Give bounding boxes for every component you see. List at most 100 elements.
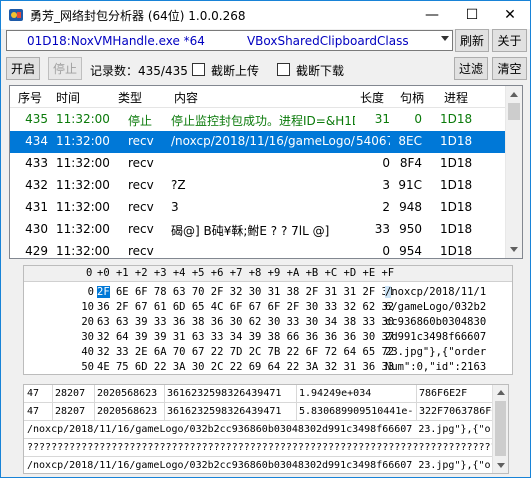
table-row-selected[interactable]: 434 11:32:00 recv /noxcp/2018/11/16/game… (10, 131, 506, 153)
cell-type: recv (128, 200, 154, 214)
decode-unicode: ????????????????????????????????????????… (27, 442, 493, 453)
refresh-button[interactable]: 刷新 (455, 29, 489, 52)
column-header-time[interactable]: 时间 (56, 89, 80, 106)
process-select[interactable]: 01D18:NoxVMHandle.exe *64 VBoxSharedClip… (6, 30, 453, 51)
packet-list-scrollbar[interactable] (505, 86, 522, 258)
scroll-down-icon[interactable] (497, 463, 505, 468)
scroll-down-icon[interactable] (510, 247, 518, 252)
hex-row[interactable]: 20 63 63 39 33 36 38 36 30 62 30 33 30 3… (24, 314, 512, 330)
cut-download-checkbox[interactable] (277, 63, 290, 76)
cut-upload-checkbox[interactable] (192, 63, 205, 76)
cell-length: 2 (382, 200, 390, 214)
column-header-type[interactable]: 类型 (118, 89, 142, 106)
minimize-button[interactable]: — (412, 1, 452, 29)
divider (52, 403, 53, 421)
decode-short: 28207 (55, 388, 86, 399)
scroll-thumb[interactable] (508, 103, 520, 120)
cell-type: recv (128, 156, 154, 170)
cell-process: 1D18 (440, 244, 473, 258)
process-name: 01D18:NoxVMHandle.exe *64 (27, 33, 205, 48)
cell-handle: 954 (399, 244, 422, 258)
scroll-up-icon[interactable] (510, 92, 518, 97)
hex-bytes: 6E 6F 78 63 70 2F 32 30 31 38 2F 31 31 2… (115, 286, 395, 298)
filter-button[interactable]: 过滤 (454, 57, 488, 80)
cell-handle: 0 (414, 112, 422, 126)
cell-content: 3 (171, 200, 179, 214)
scroll-up-icon[interactable] (497, 390, 505, 395)
decode-short: 28207 (55, 406, 86, 417)
hex-offset: 40 (81, 346, 94, 358)
close-button[interactable]: ✕ (490, 1, 530, 29)
decode-row[interactable]: 47 28207 2020568623 3616232598326439471 … (24, 403, 508, 421)
cell-handle: 91C (398, 178, 422, 192)
decode-int: 2020568623 (97, 406, 158, 417)
hex-ascii: cc936860b0304830 (385, 316, 487, 328)
clear-button[interactable]: 清空 (492, 57, 527, 80)
table-row[interactable]: 429 11:32:00 recv 0 954 1D18 (10, 241, 506, 258)
divider (164, 403, 165, 421)
hex-row[interactable]: 40 32 33 2E 6A 70 67 22 7D 2C 7B 22 6F 7… (24, 344, 512, 360)
packet-list[interactable]: 序号 时间 类型 内容 长度 句柄 进程 435 11:32:00 停止 停止监… (9, 85, 523, 259)
hex-view[interactable]: 0 +0 +1 +2 +3 +4 +5 +6 +7 +8 +9 +A +B +C… (23, 265, 513, 375)
decode-row[interactable]: /noxcp/2018/11/16/gameLogo/032b2cc936860… (24, 457, 508, 473)
cell-process: 1D18 (440, 156, 473, 170)
column-header-process[interactable]: 进程 (444, 89, 468, 106)
hex-bytes: 4E 75 6D 22 3A 30 2C 22 69 64 22 3A 32 3… (97, 361, 395, 373)
cell-type: recv (128, 222, 154, 236)
main-window: 勇芳_网络封包分析器 (64位) 1.0.0.268 — ☐ ✕ 01D18:N… (0, 0, 531, 478)
decode-row[interactable]: 47 28207 2020568623 3616232598326439471 … (24, 385, 508, 403)
chevron-down-icon[interactable] (441, 36, 449, 41)
column-header-length[interactable]: 长度 (360, 89, 384, 106)
decode-view[interactable]: 47 28207 2020568623 3616232598326439471 … (23, 384, 509, 474)
cell-type: recv (128, 134, 154, 148)
hex-row[interactable]: 10 36 2F 67 61 6D 65 4C 6F 67 6F 2F 30 3… (24, 299, 512, 315)
cell-process: 1D18 (440, 178, 473, 192)
scroll-thumb[interactable] (495, 401, 506, 456)
divider (94, 385, 95, 403)
divider (296, 403, 297, 421)
decode-row[interactable]: ????????????????????????????????????????… (24, 439, 508, 457)
divider (52, 385, 53, 403)
hex-header: 0 +0 +1 +2 +3 +4 +5 +6 +7 +8 +9 +A +B +C… (24, 266, 512, 282)
cell-process: 1D18 (440, 222, 473, 236)
decode-scrollbar[interactable] (492, 385, 508, 473)
cell-content: 停止监控封包成功。进程ID=&H1D18 (171, 114, 355, 128)
table-row[interactable]: 433 11:32:00 recv 0 8F4 1D18 (10, 153, 506, 175)
decode-hex: 786F6E2F (419, 388, 468, 399)
decode-row[interactable]: /noxcp/2018/11/16/gameLogo/032b2cc936860… (24, 421, 508, 439)
decode-double: 5.830689909510441e- (299, 406, 414, 417)
start-button[interactable]: 开启 (6, 57, 40, 80)
table-row[interactable]: 430 11:32:00 recv 碣@] B砘¥鞂;鲋E ? ? 7lL @]… (10, 219, 506, 241)
table-row[interactable]: 435 11:32:00 停止 停止监控封包成功。进程ID=&H1D18 31 … (10, 109, 506, 131)
maximize-button[interactable]: ☐ (452, 1, 492, 29)
about-button[interactable]: 关于 (492, 29, 527, 52)
cell-process: 1D18 (440, 200, 473, 214)
cell-seq: 431 (25, 200, 48, 214)
hex-row[interactable]: 30 32 64 39 39 31 63 33 34 39 38 66 36 3… (24, 329, 512, 345)
table-row[interactable]: 431 11:32:00 recv 3 2 948 1D18 (10, 197, 506, 219)
divider (296, 385, 297, 403)
hex-row[interactable]: 0 2F 6E 6F 78 63 70 2F 32 30 31 38 2F 31… (24, 284, 512, 300)
hex-selected-byte[interactable]: 2F (97, 286, 110, 298)
cell-seq: 433 (25, 156, 48, 170)
cell-process: 1D18 (440, 112, 473, 126)
column-header-handle[interactable]: 句柄 (400, 89, 424, 106)
cell-handle: 8EC (398, 134, 422, 148)
title-bar[interactable]: 勇芳_网络封包分析器 (64位) 1.0.0.268 — ☐ ✕ (1, 1, 530, 29)
hex-header-zero: 0 (86, 267, 93, 279)
decode-long: 3616232598326439471 (167, 388, 282, 399)
cell-length: 31 (374, 112, 390, 126)
cell-process: 1D18 (440, 134, 473, 148)
decode-byte: 47 (27, 388, 40, 399)
cell-content: ?Z (171, 178, 186, 192)
hex-header-columns: +0 +1 +2 +3 +4 +5 +6 +7 +8 +9 +A +B +C +… (97, 267, 395, 279)
hex-offset: 10 (81, 301, 94, 313)
column-header-seq[interactable]: 序号 (18, 89, 42, 106)
stop-button[interactable]: 停止 (48, 57, 82, 80)
table-row[interactable]: 432 11:32:00 recv ?Z 3 91C 1D18 (10, 175, 506, 197)
hex-offset: 30 (81, 331, 94, 343)
cell-seq: 434 (25, 134, 48, 148)
hex-offset: 0 (87, 286, 94, 298)
column-header-content[interactable]: 内容 (174, 89, 198, 106)
hex-row[interactable]: 50 4E 75 6D 22 3A 30 2C 22 69 64 22 3A 3… (24, 359, 512, 374)
